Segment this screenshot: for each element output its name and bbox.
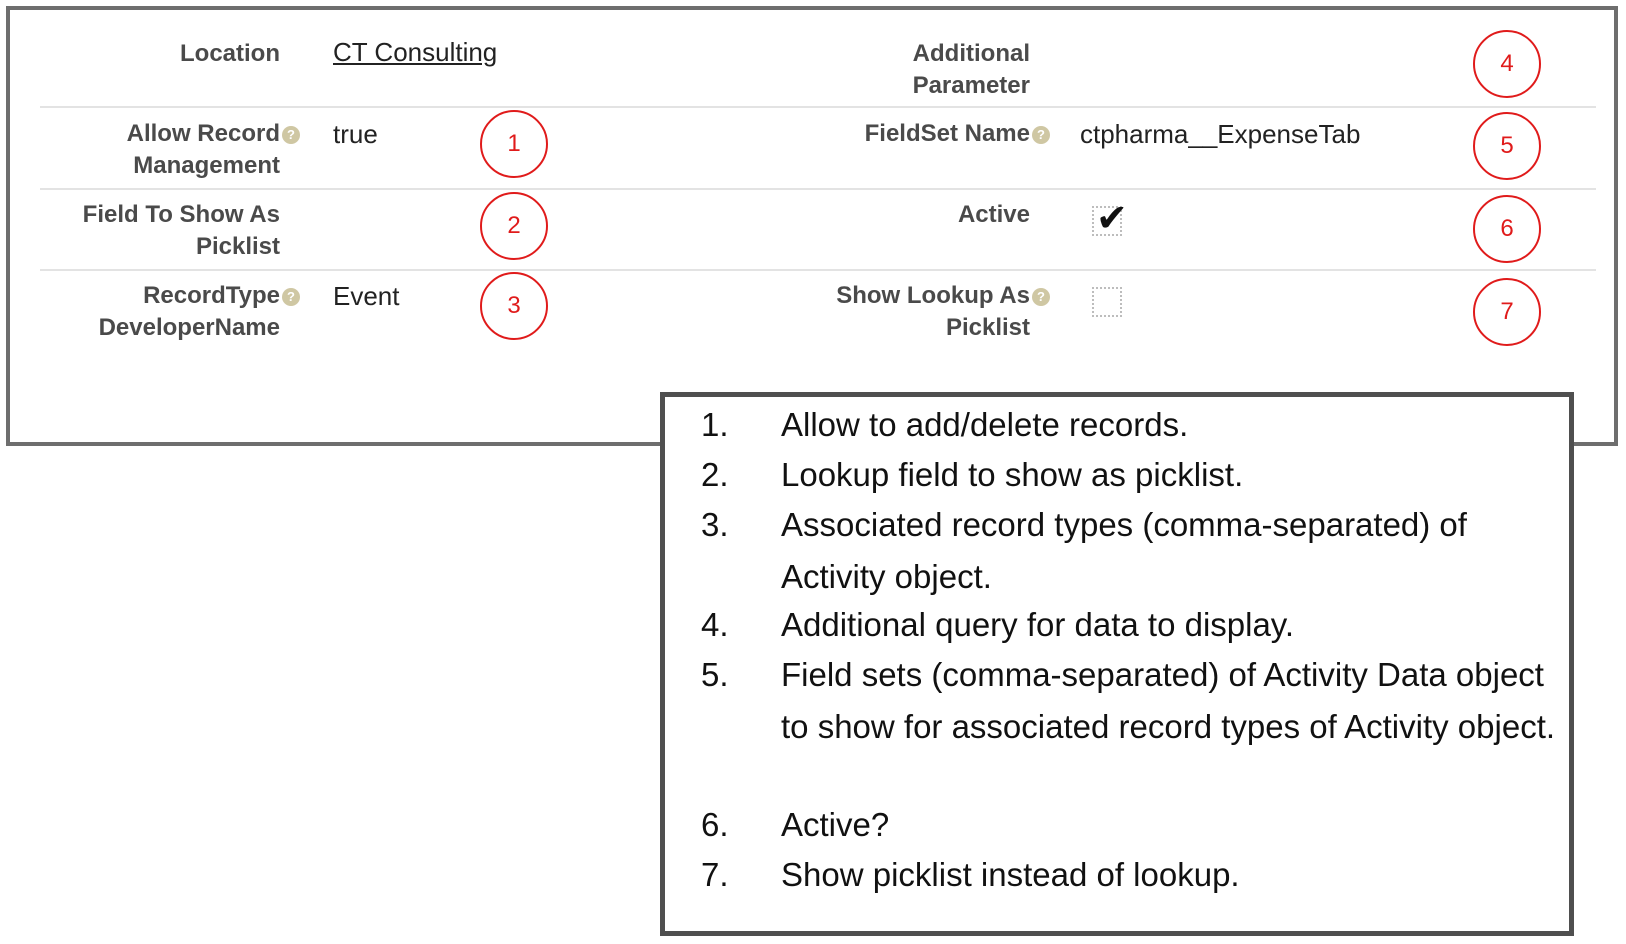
active-label: Active — [957, 201, 1030, 228]
marker-5: 5 — [1473, 112, 1541, 180]
row-divider — [40, 269, 1596, 271]
detail-panel: Location CT Consulting Additional Parame… — [6, 6, 1618, 446]
location-link[interactable]: CT Consulting — [333, 36, 497, 68]
show-lookup-checkbox[interactable] — [1092, 287, 1122, 317]
row-divider — [40, 106, 1596, 108]
marker-3: 3 — [480, 272, 548, 340]
field-to-show-label: Field To Show As Picklist — [82, 201, 280, 260]
marker-1: 1 — [480, 110, 548, 178]
show-lookup-label: Show Lookup As? Picklist — [770, 280, 1050, 344]
additional-parameter-label: Additional Parameter — [912, 40, 1030, 99]
marker-4: 4 — [1473, 30, 1541, 98]
allow-record-label: Allow Record? Management — [50, 118, 300, 182]
allow-record-value: true — [333, 119, 378, 149]
help-icon[interactable]: ? — [282, 288, 300, 306]
recordtype-value: Event — [333, 281, 400, 311]
help-icon[interactable]: ? — [282, 126, 300, 144]
help-icon[interactable]: ? — [1032, 288, 1050, 306]
fieldset-name-value: ctpharma__ExpenseTab — [1080, 119, 1361, 149]
recordtype-label: RecordType? DeveloperName — [50, 280, 300, 344]
marker-7: 7 — [1473, 278, 1541, 346]
location-label: Location — [180, 40, 280, 67]
row-divider — [40, 188, 1596, 190]
marker-6: 6 — [1473, 195, 1541, 263]
active-checkbox[interactable]: ✔ — [1092, 198, 1128, 238]
marker-2: 2 — [480, 192, 548, 260]
legend-box: 1. Allow to add/delete records. 2. Looku… — [660, 392, 1574, 936]
fieldset-name-label: FieldSet Name? — [770, 118, 1050, 150]
checkmark-icon: ✔ — [1096, 196, 1128, 240]
help-icon[interactable]: ? — [1032, 126, 1050, 144]
